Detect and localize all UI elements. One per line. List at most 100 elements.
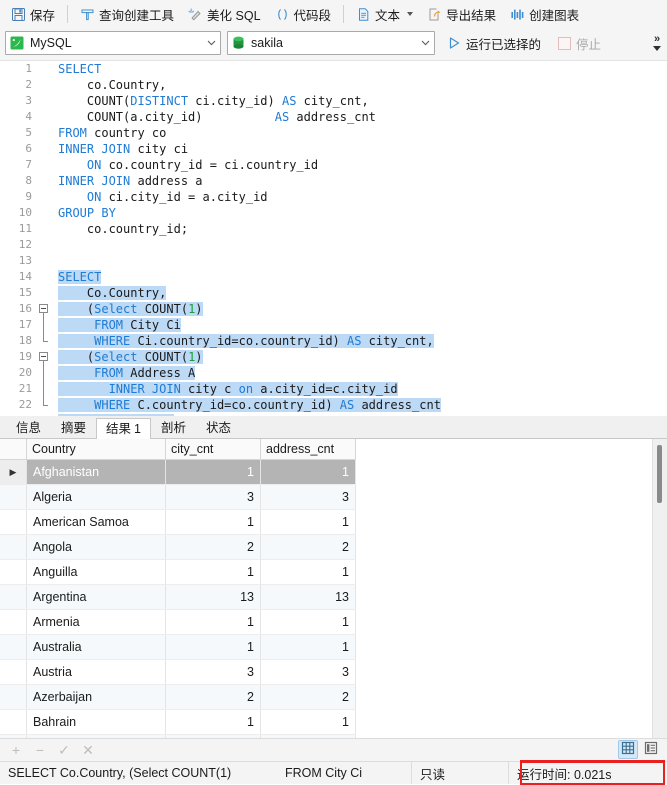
scrollbar-thumb[interactable] — [657, 445, 662, 503]
create-chart-button[interactable]: 创建图表 — [503, 1, 586, 27]
result-tab-3[interactable]: 剖析 — [151, 417, 196, 438]
cell-address-cnt[interactable]: 1 — [260, 559, 356, 585]
editor-line[interactable]: 21 INNER JOIN city c on a.city_id=c.city… — [0, 381, 667, 397]
grid-view-button[interactable] — [618, 740, 638, 759]
editor-line[interactable]: 13 — [0, 253, 667, 269]
cell-city-cnt[interactable]: 2 — [165, 684, 261, 710]
cell-city-cnt[interactable]: 13 — [165, 584, 261, 610]
table-row[interactable]: Azerbaijan 2 2 — [0, 684, 356, 710]
editor-line[interactable]: 17 FROM City Ci — [0, 317, 667, 333]
save-button[interactable]: 保存 — [4, 1, 62, 27]
editor-line[interactable]: 18 WHERE Ci.country_id=co.country_id) AS… — [0, 333, 667, 349]
database-select[interactable]: sakila — [227, 31, 435, 55]
table-row[interactable]: Angola 2 2 — [0, 534, 356, 560]
cell-country[interactable]: American Samoa — [26, 509, 166, 535]
cell-address-cnt[interactable]: 13 — [260, 584, 356, 610]
editor-line[interactable]: 2 co.Country, — [0, 77, 667, 93]
editor-line[interactable]: 9 ON ci.city_id = a.city_id — [0, 189, 667, 205]
result-tab-2[interactable]: 结果 1 — [96, 418, 151, 439]
cell-address-cnt[interactable]: 1 — [260, 459, 356, 485]
sql-editor[interactable]: 1 SELECT 2 co.Country, 3 COUNT(DISTINCT ci.… — [0, 60, 667, 416]
cell-address-cnt[interactable]: 1 — [260, 709, 356, 735]
table-row[interactable]: Austria 3 3 — [0, 659, 356, 685]
code-snippet-button[interactable]: 代码段 — [268, 1, 339, 27]
editor-line[interactable]: 22 WHERE C.country_id=co.country_id) AS … — [0, 397, 667, 413]
cell-country[interactable]: Afghanistan — [26, 459, 166, 485]
cell-country[interactable]: Angola — [26, 534, 166, 560]
table-row[interactable]: Armenia 1 1 — [0, 609, 356, 635]
cell-city-cnt[interactable]: 3 — [165, 484, 261, 510]
text-view-button[interactable]: 文本 — [349, 1, 420, 27]
fold-marker[interactable] — [36, 349, 52, 365]
fold-marker[interactable] — [36, 301, 52, 317]
connection-select[interactable]: MySQL — [5, 31, 221, 55]
form-view-button[interactable] — [641, 740, 661, 759]
editor-line[interactable]: 3 COUNT(DISTINCT ci.city_id) AS city_cnt… — [0, 93, 667, 109]
beautify-sql-button[interactable]: 美化 SQL — [181, 1, 268, 27]
result-tab-4[interactable]: 状态 — [196, 417, 241, 438]
result-tab-1[interactable]: 摘要 — [51, 417, 96, 438]
chevron-down-icon[interactable] — [653, 46, 661, 51]
chevron-down-icon[interactable] — [204, 33, 218, 53]
toolbar-overflow-button[interactable]: » — [650, 28, 664, 58]
cell-city-cnt[interactable]: 1 — [165, 459, 261, 485]
cell-city-cnt[interactable]: 1 — [165, 559, 261, 585]
cancel-change-button[interactable]: ✕ — [77, 741, 99, 759]
cell-address-cnt[interactable]: 1 — [260, 609, 356, 635]
cell-address-cnt[interactable]: 2 — [260, 534, 356, 560]
query-builder-button[interactable]: 查询创建工具 — [73, 1, 181, 27]
editor-line[interactable]: 11 co.country_id; — [0, 221, 667, 237]
cell-city-cnt[interactable]: 1 — [165, 709, 261, 735]
run-selected-button[interactable]: 运行已选择的 — [441, 31, 547, 55]
table-row[interactable]: Algeria 3 3 — [0, 484, 356, 510]
cell-city-cnt[interactable]: 1 — [165, 509, 261, 535]
delete-record-button[interactable]: − — [29, 741, 51, 759]
editor-line[interactable]: 15 Co.Country, — [0, 285, 667, 301]
editor-line[interactable]: 12 — [0, 237, 667, 253]
column-header-city-cnt[interactable]: city_cnt — [165, 439, 261, 460]
cell-city-cnt[interactable]: 1 — [165, 634, 261, 660]
export-result-button[interactable]: 导出结果 — [420, 1, 503, 27]
chevron-down-icon[interactable] — [407, 12, 414, 16]
table-row[interactable]: American Samoa 1 1 — [0, 509, 356, 535]
result-grid[interactable]: Country city_cnt address_cnt ▶ Afghanista… — [0, 439, 356, 738]
result-grid-scrollbar[interactable] — [652, 439, 667, 738]
column-header-country[interactable]: Country — [26, 439, 166, 460]
apply-change-button[interactable]: ✓ — [53, 741, 75, 759]
cell-country[interactable]: Austria — [26, 659, 166, 685]
editor-line[interactable]: 7 ON co.country_id = ci.country_id — [0, 157, 667, 173]
cell-country[interactable]: Algeria — [26, 484, 166, 510]
editor-line[interactable]: 16 (Select COUNT(1) — [0, 301, 667, 317]
table-row[interactable]: Argentina 13 13 — [0, 584, 356, 610]
editor-line[interactable]: 23 From Country Co; — [0, 413, 667, 416]
cell-address-cnt[interactable]: 3 — [260, 484, 356, 510]
cell-address-cnt[interactable]: 3 — [260, 659, 356, 685]
editor-line[interactable]: 1 SELECT — [0, 61, 667, 77]
result-tab-0[interactable]: 信息 — [6, 417, 51, 438]
editor-line[interactable]: 4 COUNT(a.city_id) AS address_cnt — [0, 109, 667, 125]
cell-country[interactable]: Australia — [26, 634, 166, 660]
cell-address-cnt[interactable]: 1 — [260, 509, 356, 535]
editor-line[interactable]: 20 FROM Address A — [0, 365, 667, 381]
table-row[interactable]: Bahrain 1 1 — [0, 709, 356, 735]
editor-line[interactable]: 6 INNER JOIN city ci — [0, 141, 667, 157]
editor-line[interactable]: 8 INNER JOIN address a — [0, 173, 667, 189]
cell-country[interactable]: Anguilla — [26, 559, 166, 585]
table-row[interactable]: ▶ Afghanistan 1 1 — [0, 459, 356, 485]
table-row[interactable]: Anguilla 1 1 — [0, 559, 356, 585]
cell-country[interactable]: Bahrain — [26, 709, 166, 735]
editor-line[interactable]: 19 (Select COUNT(1) — [0, 349, 667, 365]
cell-country[interactable]: Armenia — [26, 609, 166, 635]
editor-line[interactable]: 10 GROUP BY — [0, 205, 667, 221]
cell-city-cnt[interactable]: 1 — [165, 609, 261, 635]
add-record-button[interactable]: + — [5, 741, 27, 759]
cell-address-cnt[interactable]: 1 — [260, 634, 356, 660]
chevron-down-icon[interactable] — [418, 33, 432, 53]
column-header-address-cnt[interactable]: address_cnt — [260, 439, 356, 460]
editor-line[interactable]: 14 SELECT — [0, 269, 667, 285]
cell-city-cnt[interactable]: 2 — [165, 534, 261, 560]
cell-country[interactable]: Azerbaijan — [26, 684, 166, 710]
cell-country[interactable]: Argentina — [26, 584, 166, 610]
table-row[interactable]: Australia 1 1 — [0, 634, 356, 660]
editor-line[interactable]: 5 FROM country co — [0, 125, 667, 141]
